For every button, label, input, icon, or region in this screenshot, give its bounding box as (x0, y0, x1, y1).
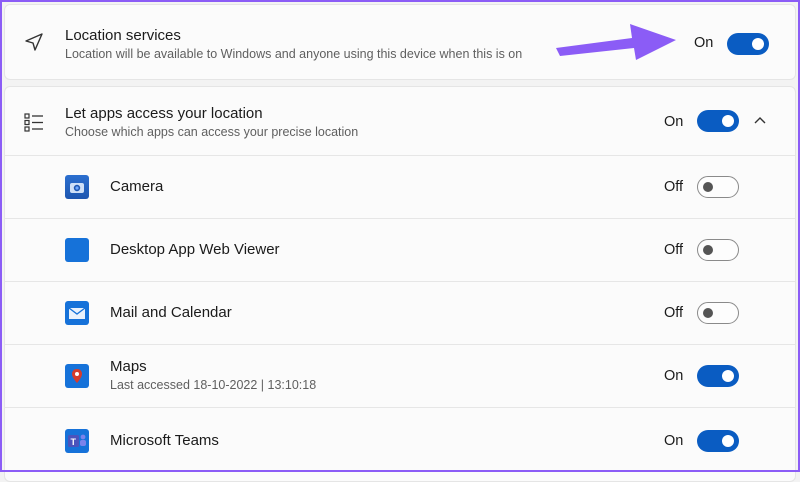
app-access-title: Let apps access your location (65, 105, 263, 122)
app-state: Off (664, 179, 684, 195)
app-access-description: Choose which apps can access your precis… (65, 125, 359, 139)
app-name: Microsoft Teams (110, 432, 219, 449)
last-accessed-text: Last accessed 18-10-2022 | 13:10:18 (110, 378, 317, 392)
maps-app-icon (65, 364, 89, 388)
app-state: Off (664, 242, 684, 258)
app-name: Maps (110, 358, 147, 375)
app-state: On (664, 368, 684, 384)
annotation-arrow-icon (556, 24, 676, 60)
app-access-state: On (664, 114, 684, 130)
app-state: Off (664, 305, 684, 321)
app-access-toggle[interactable] (697, 110, 739, 132)
app-row-camera: Camera Off (5, 156, 795, 218)
mail-toggle[interactable] (697, 302, 739, 324)
app-name: Mail and Calendar (110, 304, 232, 321)
app-name: Camera (110, 178, 164, 195)
app-row-maps: Maps Last accessed 18-10-2022 | 13:10:18… (5, 345, 795, 407)
app-row-teams: T Microsoft Teams On (5, 408, 795, 470)
svg-text:T: T (71, 437, 77, 447)
web-viewer-toggle[interactable] (697, 239, 739, 261)
app-access-header[interactable]: Let apps access your location Choose whi… (5, 87, 795, 155)
location-services-toggle[interactable] (727, 33, 769, 55)
location-services-title: Location services (65, 27, 181, 44)
app-row-web-viewer: Desktop App Web Viewer Off (5, 219, 795, 281)
app-row-mail: Mail and Calendar Off (5, 282, 795, 344)
web-viewer-app-icon (65, 238, 89, 262)
app-access-card: Let apps access your location Choose whi… (4, 86, 796, 482)
camera-toggle[interactable] (697, 176, 739, 198)
location-arrow-icon (25, 33, 43, 51)
teams-app-icon: T (65, 429, 89, 453)
camera-app-icon (65, 175, 89, 199)
app-state: On (664, 433, 684, 449)
mail-app-icon (65, 301, 89, 325)
teams-toggle[interactable] (697, 430, 739, 452)
location-services-description: Location will be available to Windows an… (65, 47, 523, 61)
list-icon (24, 113, 43, 132)
maps-toggle[interactable] (697, 365, 739, 387)
location-services-state: On (694, 35, 714, 51)
app-name: Desktop App Web Viewer (110, 241, 280, 258)
chevron-up-icon[interactable] (753, 115, 767, 125)
